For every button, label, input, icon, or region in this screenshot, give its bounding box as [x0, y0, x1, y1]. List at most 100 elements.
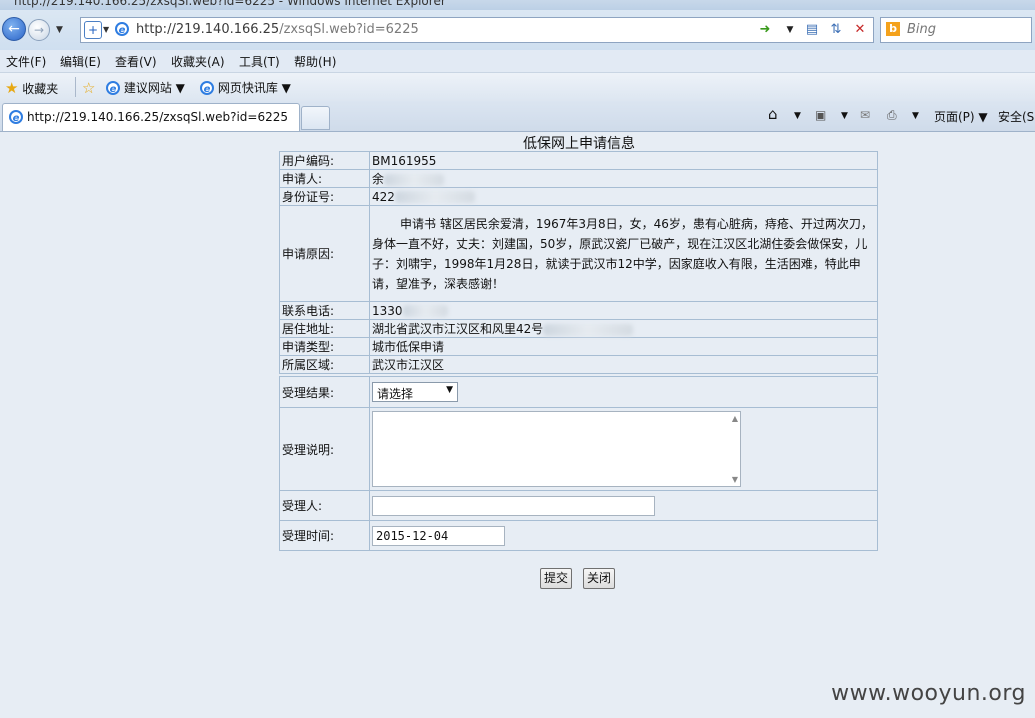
address-cell: 湖北省武汉市江汉区和风里42号 [369, 319, 878, 338]
processing-table: 受理结果: 请选择 ▼ 受理说明: ▲ ▼ 受理人: 受理时间: 2015-12… [279, 376, 878, 551]
reason-value: 申请书 辖区居民余爱清，1967年3月8日，女，46岁，患有心脏病，痔疮、开过两… [369, 205, 878, 302]
ie-page-icon: e [9, 110, 23, 124]
phone-cell: 1330 [369, 301, 878, 320]
feeds-icon[interactable]: ▣ [815, 108, 826, 122]
redaction-blur [384, 173, 445, 186]
tab-title: http://219.140.166.25/zxsqSl.web?id=6225 [27, 110, 288, 124]
application-info-table: 用户编码: BM161955 申请人: 余 身份证号: 422 申请原因: 申请… [279, 151, 878, 374]
url-text[interactable]: http://219.140.166.25/zxsqSl.web?id=6225 [136, 22, 419, 37]
time-cell: 2015-12-04 [369, 520, 878, 551]
forward-button[interactable]: → [28, 19, 50, 41]
field-label: 受理时间: [279, 520, 370, 551]
favorites-label: 收藏夹 [22, 82, 59, 96]
redaction-blur [543, 323, 634, 336]
handler-cell [369, 490, 878, 521]
menu-favorites[interactable]: 收藏夹(A) [171, 53, 225, 70]
form-title: 低保网上申请信息 [523, 136, 635, 152]
mail-icon[interactable]: ✉ [860, 108, 870, 122]
tab-current[interactable]: e http://219.140.166.25/zxsqSl.web?id=62… [2, 103, 300, 131]
menu-edit[interactable]: 编辑(E) [60, 53, 101, 70]
favorites-button[interactable]: ★ 收藏夹 [5, 79, 58, 97]
favorites-bar: ★ 收藏夹 ☆ e 建议网站 ▼ e 网页快讯库 ▼ [0, 73, 1035, 101]
chevron-down-icon[interactable]: ▼ [794, 111, 801, 121]
table-row: 申请类型: 城市低保申请 [279, 337, 878, 356]
chevron-down-icon[interactable]: ▼ [781, 21, 799, 39]
chevron-down-icon[interactable]: ▼ [103, 25, 109, 34]
table-row: 所属区域: 武汉市江汉区 [279, 355, 878, 374]
applicant-cell: 余 [369, 169, 878, 188]
field-label: 受理说明: [279, 407, 370, 491]
back-button[interactable]: ← [2, 17, 26, 41]
page-menu[interactable]: 页面(P) ▼ [934, 108, 988, 125]
new-tab-button[interactable] [301, 106, 330, 130]
close-button[interactable]: 关闭 [583, 568, 616, 589]
address-bar[interactable]: + ▼ e http://219.140.166.25/zxsqSl.web?i… [80, 17, 874, 43]
note-cell: ▲ ▼ [369, 407, 878, 491]
result-select-value: 请选择 [377, 387, 414, 401]
go-icon[interactable]: ➜ [756, 21, 774, 39]
print-icon[interactable]: ⎙ [887, 108, 897, 123]
ie-page-icon: e [106, 81, 120, 95]
table-row: 受理人: [279, 490, 878, 521]
field-label: 所属区域: [279, 355, 370, 374]
ie-page-icon: e [115, 22, 129, 36]
window-titlebar: http://219.140.166.25/zxsqSl.web?id=6225… [0, 0, 1035, 10]
safety-menu[interactable]: 安全(S [998, 108, 1034, 125]
refresh-icon[interactable]: ⇅ [827, 21, 845, 39]
handler-input[interactable] [372, 495, 655, 516]
fav-label: 网页快讯库 ▼ [217, 81, 291, 95]
table-row: 受理结果: 请选择 ▼ [279, 376, 878, 408]
field-label: 身份证号: [279, 187, 370, 206]
time-input[interactable]: 2015-12-04 [372, 525, 505, 546]
menu-tools[interactable]: 工具(T) [239, 53, 280, 70]
compatibility-icon[interactable]: + [84, 21, 102, 39]
url-path: /zxsqSl.web?id=6225 [279, 22, 419, 37]
table-row: 居住地址: 湖北省武汉市江汉区和风里42号 [279, 319, 878, 338]
recent-pages-dropdown[interactable]: ▼ [56, 25, 63, 35]
chevron-down-icon[interactable]: ▼ [912, 111, 919, 121]
url-host: http://219.140.166.25 [136, 22, 280, 37]
compat-view-icon[interactable]: ▤ [803, 21, 821, 39]
table-row: 申请原因: 申请书 辖区居民余爱清，1967年3月8日，女，46岁，患有心脏病，… [279, 205, 878, 302]
home-icon[interactable]: ⌂ [768, 105, 778, 123]
field-label: 联系电话: [279, 301, 370, 320]
field-label: 申请类型: [279, 337, 370, 356]
phone-value: 1330 [372, 303, 403, 318]
fav-link-suggested-sites[interactable]: e 建议网站 ▼ [106, 79, 185, 96]
field-label: 申请原因: [279, 205, 370, 302]
table-row: 受理说明: ▲ ▼ [279, 407, 878, 491]
menu-help[interactable]: 帮助(H) [294, 53, 336, 70]
chevron-down-icon[interactable]: ▼ [841, 111, 848, 121]
user-code-value: BM161955 [369, 151, 878, 170]
scroll-up-icon[interactable]: ▲ [732, 414, 738, 423]
page-content: 低保网上申请信息 用户编码: BM161955 申请人: 余 身份证号: 422… [0, 132, 1035, 718]
field-label: 申请人: [279, 169, 370, 188]
field-label: 用户编码: [279, 151, 370, 170]
result-select[interactable]: 请选择 ▼ [372, 382, 458, 402]
redaction-blur [402, 305, 448, 317]
search-box[interactable]: b Bing [880, 17, 1032, 43]
applicant-value: 余 [372, 172, 385, 186]
stop-icon[interactable]: ✕ [851, 21, 869, 39]
table-row: 申请人: 余 [279, 169, 878, 188]
watermark: www.wooyun.org [831, 681, 1026, 706]
note-textarea[interactable]: ▲ ▼ [372, 411, 741, 487]
tab-bar: e http://219.140.166.25/zxsqSl.web?id=62… [0, 101, 1035, 132]
id-number-cell: 422 [369, 187, 878, 206]
arrow-left-icon: ← [8, 21, 20, 37]
navigation-bar: ← → ▼ + ▼ e http://219.140.166.25/zxsqSl… [0, 10, 1035, 50]
menu-file[interactable]: 文件(F) [6, 53, 46, 70]
field-label: 受理结果: [279, 376, 370, 408]
fav-label: 建议网站 ▼ [123, 81, 185, 95]
fav-link-web-slice-gallery[interactable]: e 网页快讯库 ▼ [200, 79, 291, 96]
scroll-down-icon[interactable]: ▼ [732, 475, 738, 484]
separator [75, 77, 76, 97]
window-title: http://219.140.166.25/zxsqSl.web?id=6225… [14, 0, 446, 8]
add-favorite-button[interactable]: ☆ [82, 79, 95, 97]
address-value: 湖北省武汉市江汉区和风里42号 [372, 322, 544, 336]
table-row: 受理时间: 2015-12-04 [279, 520, 878, 551]
region-value: 武汉市江汉区 [369, 355, 878, 374]
menu-view[interactable]: 查看(V) [115, 53, 157, 70]
submit-button[interactable]: 提交 [540, 568, 573, 589]
field-label: 受理人: [279, 490, 370, 521]
